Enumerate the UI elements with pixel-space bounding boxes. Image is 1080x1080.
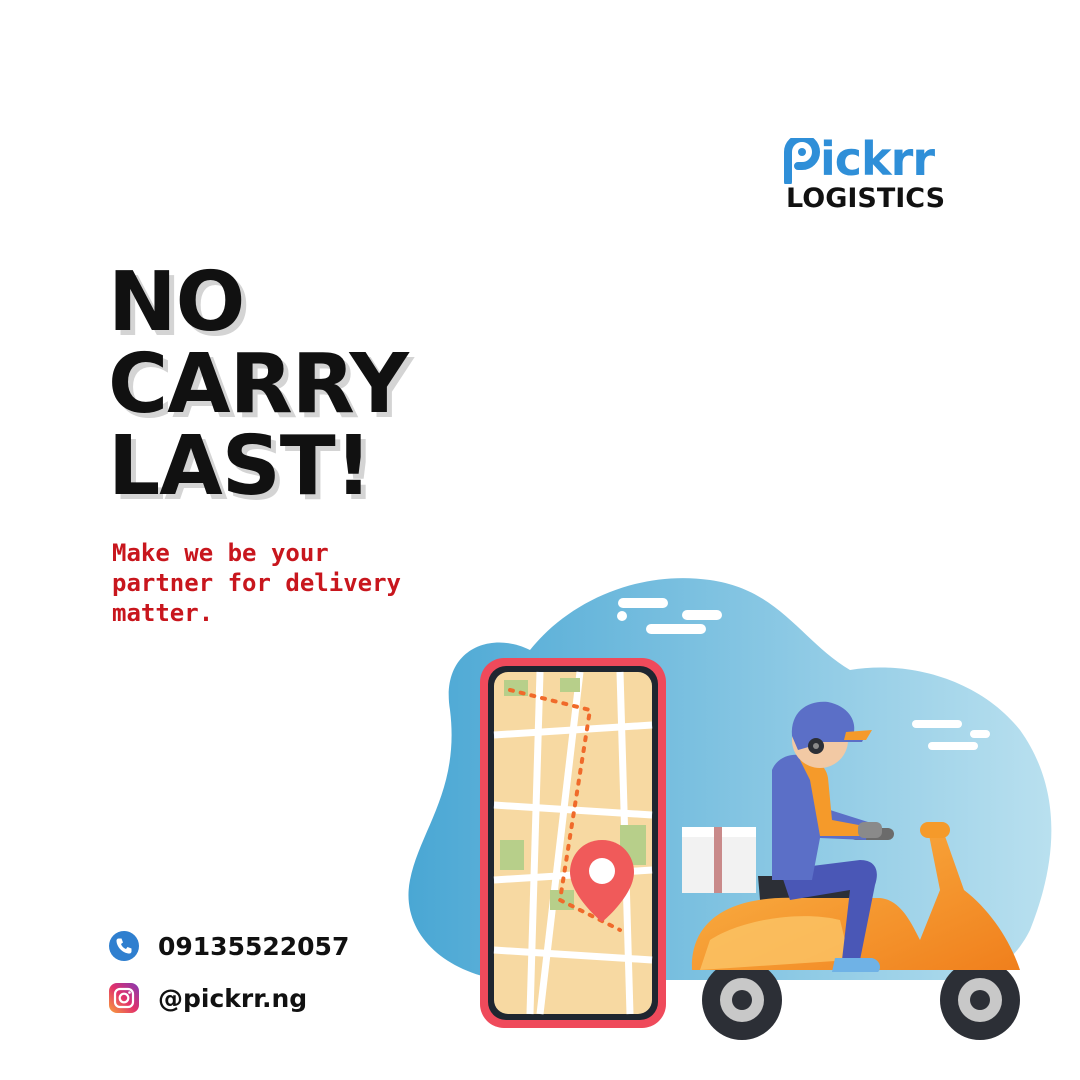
brand-logo: ickrr LOGISTICS	[782, 136, 952, 218]
tagline-line-1: Make we be your	[112, 539, 329, 567]
phone-map-icon	[480, 658, 666, 1028]
poster: ickrr LOGISTICS NO CARRY LAST! Make we b…	[0, 0, 1080, 1080]
brand-subtitle: LOGISTICS	[786, 183, 946, 214]
contact-instagram[interactable]: @pickrr.ng	[108, 982, 307, 1014]
tagline-line-2: partner for delivery	[112, 569, 401, 597]
instagram-handle: @pickrr.ng	[158, 983, 308, 1013]
instagram-icon	[109, 983, 139, 1013]
phone-icon	[109, 931, 139, 961]
brand-wordmark: ickrr	[820, 132, 935, 186]
headline-line-3: LAST!	[108, 419, 372, 514]
headline-line-1: NO	[108, 255, 245, 350]
tagline-line-3: matter.	[112, 599, 214, 627]
delivery-box-icon	[682, 827, 756, 893]
logo-p-mark	[784, 138, 820, 184]
phone-number: 09135522057	[158, 931, 350, 961]
contact-phone[interactable]: 09135522057	[108, 930, 349, 962]
delivery-illustration	[408, 578, 1052, 1040]
headline: NO CARRY LAST!	[108, 255, 409, 514]
headline-line-2: CARRY	[108, 337, 409, 432]
